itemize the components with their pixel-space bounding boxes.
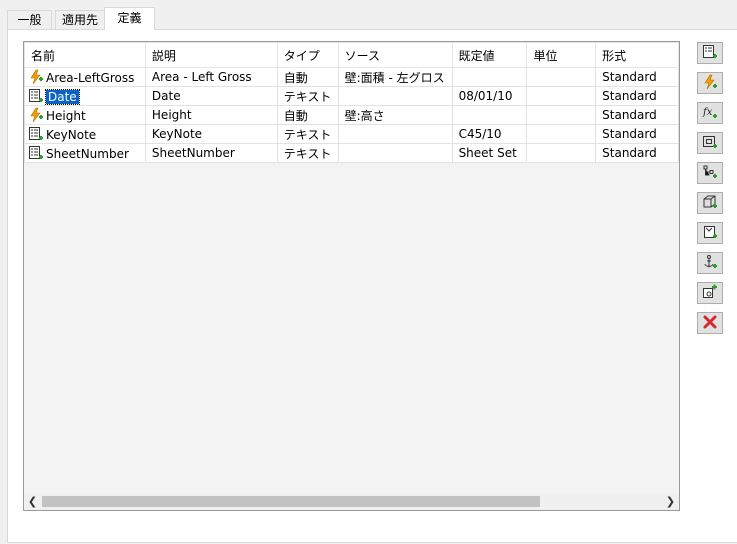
cell-source[interactable] bbox=[337, 143, 453, 163]
tab-applies-to[interactable]: 適用先 bbox=[55, 10, 105, 29]
delete-icon bbox=[702, 314, 718, 333]
cell-description[interactable]: SheetNumber bbox=[144, 143, 278, 163]
add-classification-property-icon bbox=[702, 164, 718, 183]
tab-general[interactable]: 一般 bbox=[7, 10, 52, 29]
text-property-icon bbox=[28, 145, 44, 161]
scroll-right-icon[interactable]: ❯ bbox=[662, 493, 679, 510]
column-header-source[interactable]: ソース bbox=[337, 42, 453, 68]
cell-default[interactable]: Sheet Set bbox=[451, 143, 528, 163]
add-location-property-icon bbox=[702, 134, 718, 153]
add-formula-property-icon: fx bbox=[702, 104, 718, 123]
property-name: KeyNote bbox=[46, 128, 97, 142]
column-header-description[interactable]: 説明 bbox=[144, 42, 278, 68]
property-definitions-grid: 名前 説明 タイプ ソース 既定値 単位 形式 Area-LeftGross Ar… bbox=[23, 41, 680, 511]
cell-units[interactable] bbox=[526, 143, 597, 163]
cell-default[interactable]: C45/10 bbox=[451, 124, 528, 144]
table-row[interactable]: Area-LeftGross Area - Left Gross 自動 壁:面積 - … bbox=[24, 67, 679, 87]
cell-format[interactable]: Standard bbox=[595, 86, 679, 106]
delete-button[interactable] bbox=[697, 312, 723, 334]
cell-units[interactable] bbox=[526, 105, 597, 125]
cell-type[interactable]: テキスト bbox=[276, 86, 339, 106]
cell-source[interactable] bbox=[337, 124, 453, 144]
add-auto-property-button[interactable] bbox=[697, 72, 723, 94]
cell-name[interactable]: Height bbox=[24, 105, 146, 125]
cell-type[interactable]: テキスト bbox=[276, 124, 339, 144]
horizontal-scrollbar[interactable]: ❮ ❯ bbox=[24, 493, 679, 510]
cell-name[interactable]: Area-LeftGross bbox=[24, 67, 146, 87]
lightning-icon bbox=[28, 107, 44, 123]
cell-description[interactable]: Height bbox=[144, 105, 278, 125]
property-name: Area-LeftGross bbox=[46, 71, 135, 85]
column-header-type[interactable]: タイプ bbox=[276, 42, 339, 68]
add-material-property-icon bbox=[702, 194, 718, 213]
cell-description[interactable]: KeyNote bbox=[144, 124, 278, 144]
cell-description[interactable]: Area - Left Gross bbox=[144, 67, 278, 87]
add-text-property-button[interactable] bbox=[697, 42, 723, 64]
tab-label: 定義 bbox=[117, 11, 142, 25]
cell-units[interactable] bbox=[526, 124, 597, 144]
cell-name[interactable]: KeyNote bbox=[24, 124, 146, 144]
text-property-icon bbox=[28, 126, 44, 142]
property-name: SheetNumber bbox=[46, 147, 129, 161]
cell-name[interactable]: SheetNumber bbox=[24, 143, 146, 163]
property-table: 名前 説明 タイプ ソース 既定値 単位 形式 Area-LeftGross Ar… bbox=[24, 42, 679, 163]
scrollbar-thumb[interactable] bbox=[42, 496, 540, 507]
property-name: Date bbox=[45, 89, 80, 105]
add-location-property-button[interactable] bbox=[697, 132, 723, 154]
add-anchor-property-button[interactable] bbox=[697, 252, 723, 274]
add-classification-property-button[interactable] bbox=[697, 162, 723, 184]
tab-strip: 一般 適用先 定義 bbox=[0, 0, 737, 30]
cell-type[interactable]: テキスト bbox=[276, 143, 339, 163]
cell-description[interactable]: Date bbox=[144, 86, 278, 106]
table-row[interactable]: Date Date テキスト 08/01/10 Standard bbox=[24, 86, 679, 106]
cell-source[interactable] bbox=[337, 86, 453, 106]
header-row: 名前 説明 タイプ ソース 既定値 単位 形式 bbox=[24, 42, 679, 68]
cell-type[interactable]: 自動 bbox=[276, 105, 339, 125]
table-row[interactable]: SheetNumber SheetNumber テキスト Sheet Set Stand… bbox=[24, 143, 679, 163]
cell-format[interactable]: Standard bbox=[595, 105, 679, 125]
cell-default[interactable]: 08/01/10 bbox=[451, 86, 528, 106]
lightning-icon bbox=[28, 69, 44, 85]
table-row[interactable]: KeyNote KeyNote テキスト C45/10 Standard bbox=[24, 124, 679, 144]
svg-text:fx: fx bbox=[702, 107, 713, 118]
cell-format[interactable]: Standard bbox=[595, 124, 679, 144]
text-property-icon bbox=[28, 88, 44, 104]
column-header-default[interactable]: 既定値 bbox=[451, 42, 528, 68]
cell-type[interactable]: 自動 bbox=[276, 67, 339, 87]
table-row[interactable]: Height Height 自動 壁:高さ Standard bbox=[24, 105, 679, 125]
scroll-left-icon[interactable]: ❮ bbox=[24, 493, 41, 510]
add-anchor-property-icon bbox=[702, 254, 718, 273]
add-formula-property-button[interactable]: fx bbox=[697, 102, 723, 124]
property-name: Height bbox=[46, 109, 86, 123]
tab-definition[interactable]: 定義 bbox=[104, 7, 155, 30]
add-graphic-property-button[interactable] bbox=[697, 222, 723, 244]
cell-default[interactable] bbox=[451, 105, 528, 125]
column-header-name[interactable]: 名前 bbox=[24, 42, 146, 68]
tab-label: 適用先 bbox=[61, 13, 98, 27]
add-graphic-property-icon bbox=[702, 224, 718, 243]
add-material-property-button[interactable] bbox=[697, 192, 723, 214]
add-auto-property-icon bbox=[702, 74, 718, 93]
add-measurement-property-button[interactable] bbox=[697, 282, 723, 304]
cell-source[interactable]: 壁:面積 - 左グロス bbox=[337, 67, 453, 87]
tab-label: 一般 bbox=[17, 13, 42, 27]
cell-default[interactable] bbox=[451, 67, 528, 87]
add-text-property-icon bbox=[702, 44, 718, 63]
cell-source[interactable]: 壁:高さ bbox=[337, 105, 453, 125]
column-header-format[interactable]: 形式 bbox=[595, 42, 679, 68]
cell-units[interactable] bbox=[526, 86, 597, 106]
column-header-units[interactable]: 単位 bbox=[526, 42, 597, 68]
cell-name[interactable]: Date bbox=[24, 86, 146, 106]
cell-format[interactable]: Standard bbox=[595, 67, 679, 87]
cell-units[interactable] bbox=[526, 67, 597, 87]
cell-format[interactable]: Standard bbox=[595, 143, 679, 163]
add-measurement-property-icon bbox=[702, 284, 718, 303]
